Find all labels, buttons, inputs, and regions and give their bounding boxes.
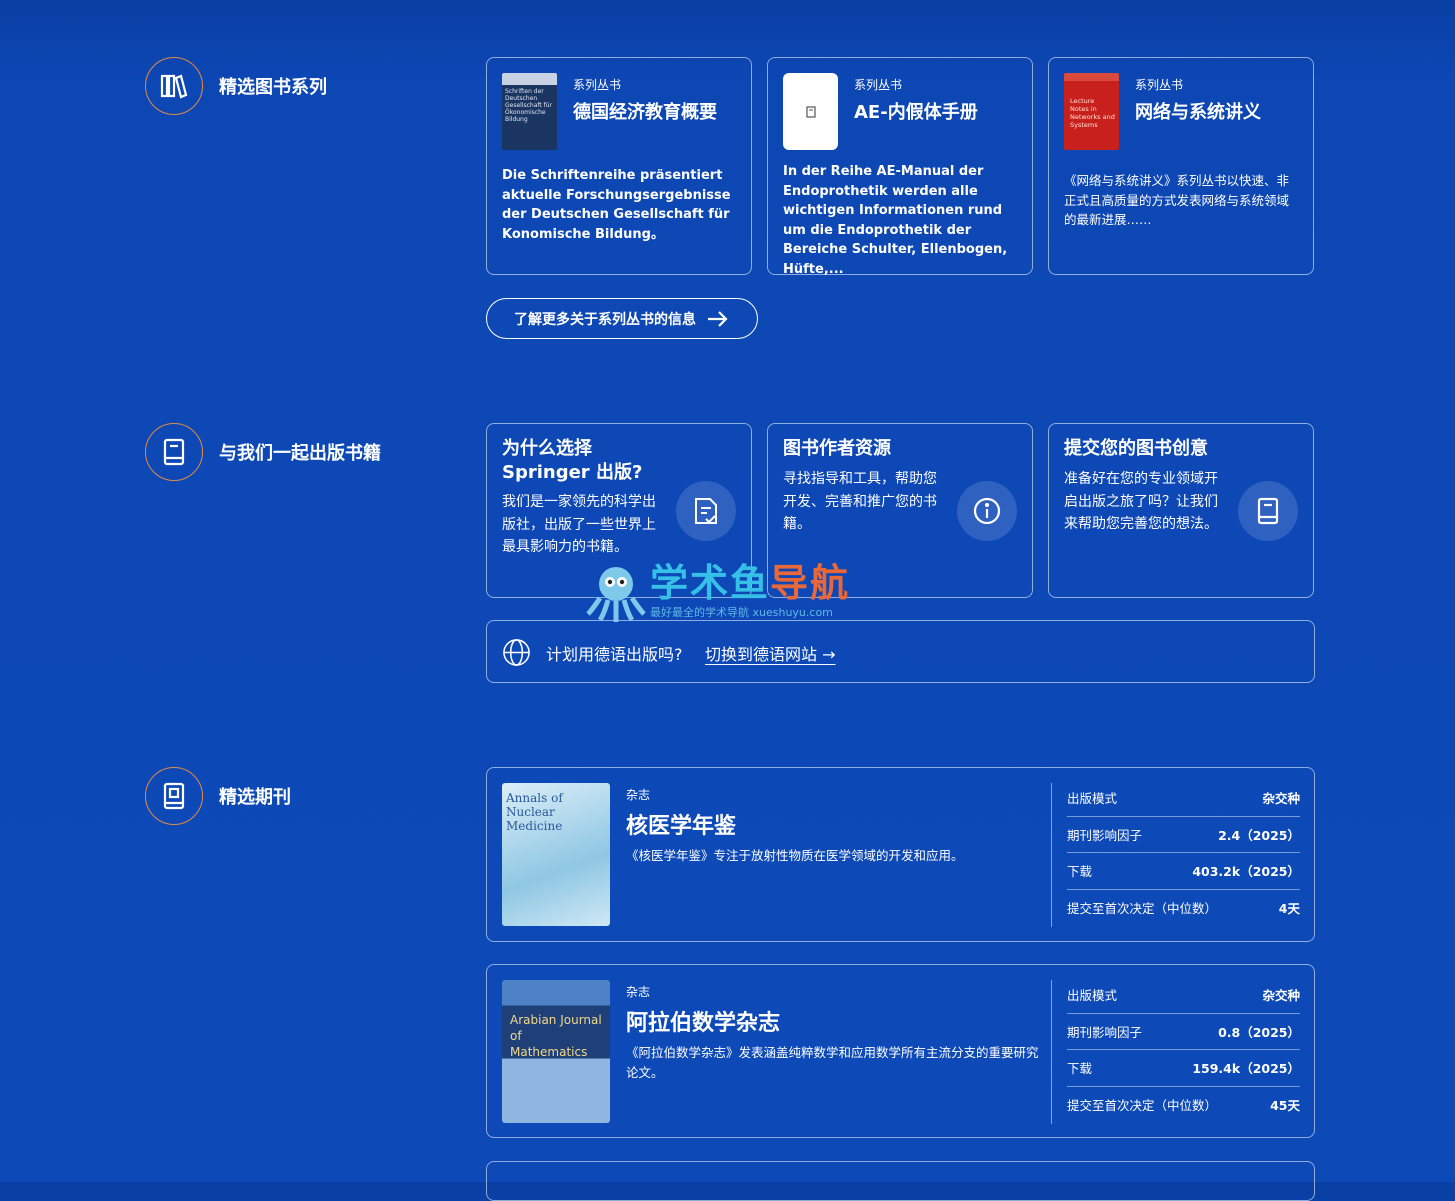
metric-row: 出版模式 杂交种 xyxy=(1067,780,1300,817)
journal-kicker: 杂志 xyxy=(626,985,651,999)
book-icon xyxy=(1238,481,1298,541)
card-description: Die Schriftenreihe präsentiert aktuelle … xyxy=(502,168,731,242)
card-kicker: 系列丛书 xyxy=(854,78,903,92)
watermark-title-a: 学术鱼 xyxy=(650,561,771,605)
metric-row: 提交至首次决定（中位数） 45天 xyxy=(1067,1097,1300,1113)
journals-section-title: 精选期刊 xyxy=(219,787,291,808)
metric-row: 期刊影响因子 2.4（2025） xyxy=(1067,817,1300,853)
card-kicker: 系列丛书 xyxy=(573,78,622,92)
journal-cover: Annals of Nuclear Medicine xyxy=(502,783,610,926)
card-title: 德国经济教育概要 xyxy=(573,102,717,123)
series-card-economics[interactable]: Schriften der Deutschen Gesellschaft für… xyxy=(486,57,752,275)
journal-metrics: 出版模式 杂交种 期刊影响因子 2.4（2025） 下载 403.2k（2025） 提… xyxy=(1067,780,1300,925)
document-check-icon xyxy=(676,481,736,541)
octopus-icon xyxy=(586,567,646,622)
card-description: 《网络与系统讲义》系列丛书以快速、非正式且高质量的方式发表网络与系统领域的最新进… xyxy=(1064,173,1290,227)
info-icon xyxy=(957,481,1017,541)
journal-description: 《核医学年鉴》专注于放射性物质在医学领域的开发和应用。 xyxy=(626,848,964,863)
arrow-right-icon xyxy=(708,310,728,327)
journal-kicker: 杂志 xyxy=(626,788,651,802)
card-description: 寻找指导和工具，帮助您开发、完善和推广您的书籍。 xyxy=(783,471,937,532)
series-card-ae-manual[interactable]: 系列丛书 AE-内假体手册 In der Reihe AE-Manual der… xyxy=(767,57,1033,277)
series-card-networks[interactable]: Lecture Notes in Networks and Systems 系列… xyxy=(1048,57,1314,275)
card-description: 准备好在您的专业领域开启出版之旅了吗？让我们来帮助您完善您的想法。 xyxy=(1064,471,1218,532)
journal-icon xyxy=(145,767,203,825)
metric-row: 下载 403.2k（2025） xyxy=(1067,853,1300,890)
books-icon xyxy=(145,57,203,115)
book-cover: Schriften der Deutschen Gesellschaft für… xyxy=(502,73,557,150)
journal-cover: Arabian Journal of Mathematics xyxy=(502,980,610,1123)
metric-row: 期刊影响因子 0.8（2025） xyxy=(1067,1014,1300,1050)
more-series-label: 了解更多关于系列丛书的信息 xyxy=(514,311,696,328)
card-title: 网络与系统讲义 xyxy=(1135,102,1261,123)
journal-card-partial[interactable] xyxy=(486,1161,1315,1201)
watermark-logo: 学术鱼导航 最好最全的学术导航 xueshuyu.com xyxy=(584,560,850,624)
more-series-button[interactable]: 了解更多关于系列丛书的信息 xyxy=(486,298,758,339)
card-title: 提交您的图书创意 xyxy=(1064,438,1208,459)
card-title: AE-内假体手册 xyxy=(854,102,978,123)
book-cover: Lecture Notes in Networks and Systems xyxy=(1064,73,1119,150)
series-section-header: 精选图书系列 xyxy=(145,57,327,115)
card-description: In der Reihe AE-Manual der Endoprothetik… xyxy=(783,164,1008,277)
metric-row: 下载 159.4k（2025） xyxy=(1067,1050,1300,1087)
metric-row: 出版模式 杂交种 xyxy=(1067,977,1300,1014)
card-title: 图书作者资源 xyxy=(783,438,891,459)
book-icon xyxy=(145,423,203,481)
publish-section-title: 与我们一起出版书籍 xyxy=(219,443,381,464)
journal-title: 核医学年鉴 xyxy=(626,814,737,839)
watermark-title-b: 导航 xyxy=(770,561,851,605)
globe-icon xyxy=(503,639,530,666)
journal-metrics: 出版模式 杂交种 期刊影响因子 0.8（2025） 下载 159.4k（2025） 提… xyxy=(1067,977,1300,1122)
journal-description: 《阿拉伯数学杂志》发表涵盖纯粹数学和应用数学所有主流分支的重要研究论文。 xyxy=(626,1045,1039,1080)
card-kicker: 系列丛书 xyxy=(1135,78,1184,92)
watermark-subtitle: 最好最全的学术导航 xueshuyu.com xyxy=(650,606,833,619)
publish-section-header: 与我们一起出版书籍 xyxy=(145,423,381,481)
series-section-title: 精选图书系列 xyxy=(219,77,327,98)
german-question: 计划用德语出版吗? xyxy=(546,645,683,664)
card-title: 为什么选择 Springer 出版? xyxy=(502,438,643,483)
placeholder-cover-icon xyxy=(783,73,838,150)
german-language-bar: 计划用德语出版吗? 切换到德语网站 → xyxy=(486,620,1315,683)
metric-row: 提交至首次决定（中位数） 4天 xyxy=(1067,900,1300,916)
divider xyxy=(1051,783,1052,927)
journal-card-arabian-math[interactable]: Arabian Journal of Mathematics 杂志 阿拉伯数学杂… xyxy=(486,964,1315,1138)
switch-german-link[interactable]: 切换到德语网站 → xyxy=(705,641,836,665)
divider xyxy=(1051,980,1052,1124)
submit-idea-card[interactable]: 提交您的图书创意 准备好在您的专业领域开启出版之旅了吗？让我们来帮助您完善您的想… xyxy=(1048,423,1314,598)
journal-card-nuclear-medicine[interactable]: Annals of Nuclear Medicine 杂志 核医学年鉴 《核医学… xyxy=(486,767,1315,942)
journal-title: 阿拉伯数学杂志 xyxy=(626,1011,781,1036)
card-description: 我们是一家领先的科学出版社，出版了一些世界上最具影响力的书籍。 xyxy=(502,494,656,555)
journals-section-header: 精选期刊 xyxy=(145,767,291,825)
